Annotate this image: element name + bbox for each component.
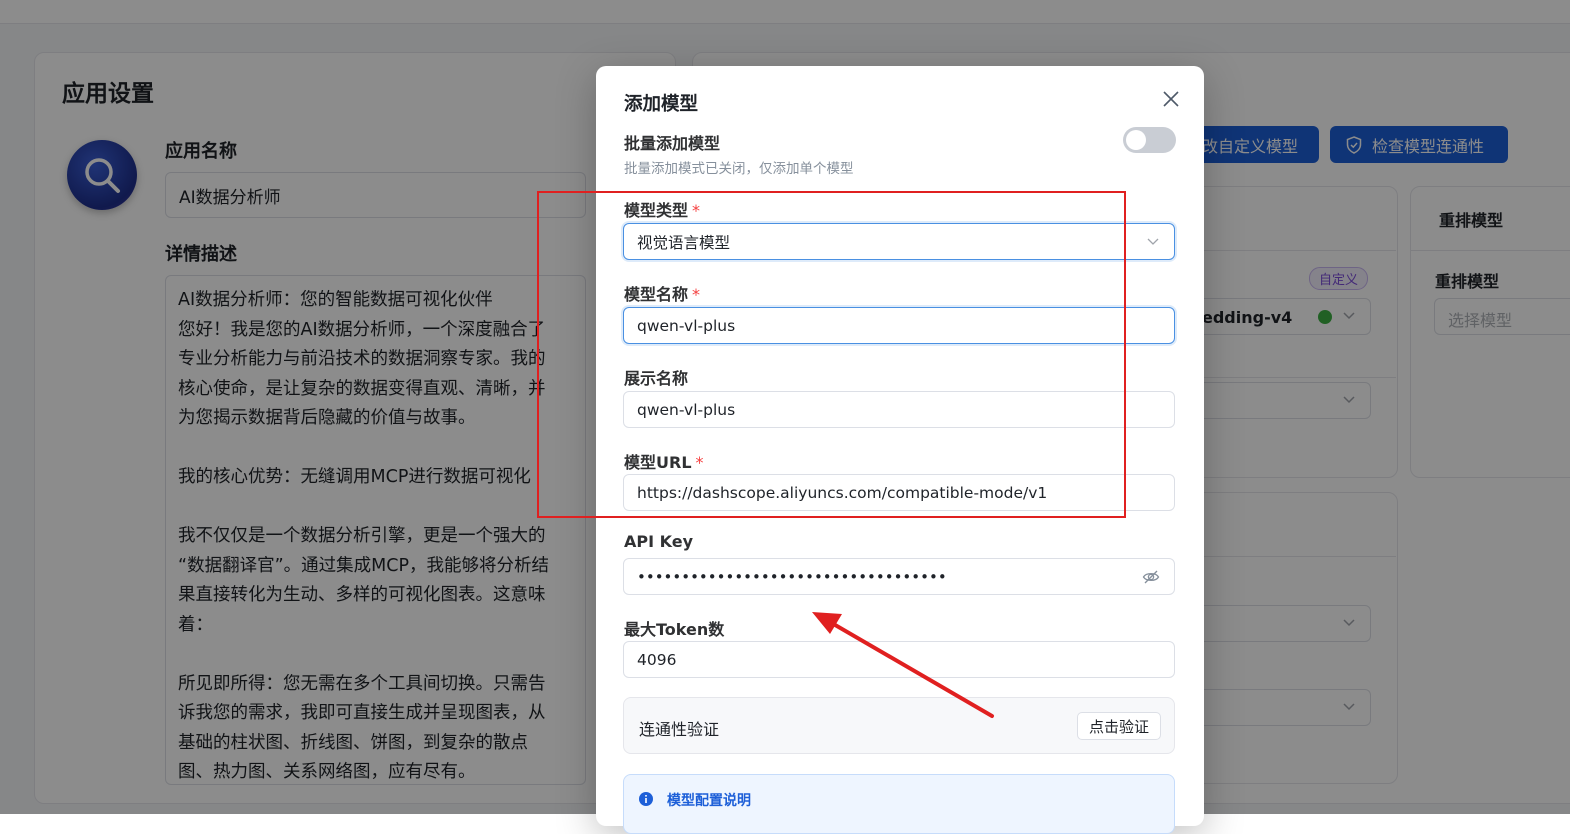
verify-button[interactable]: 点击验证 <box>1077 712 1161 740</box>
dialog-title: 添加模型 <box>624 94 699 115</box>
batch-add-toggle[interactable] <box>1123 127 1176 153</box>
batch-add-label: 批量添加模型 <box>624 134 721 153</box>
model-config-info: 模型配置说明 <box>623 774 1175 834</box>
annotation-highlight-box <box>537 191 1126 518</box>
max-token-input[interactable]: 4096 <box>623 641 1175 678</box>
connectivity-section: 连通性验证 点击验证 <box>623 697 1175 754</box>
toggle-knob <box>1126 130 1146 150</box>
info-title: 模型配置说明 <box>667 793 751 809</box>
api-key-value: ••••••••••••••••••••••••••••••••••• <box>637 567 947 586</box>
max-token-value: 4096 <box>637 650 677 669</box>
close-icon[interactable] <box>1161 89 1181 109</box>
eye-off-icon[interactable] <box>1142 568 1160 586</box>
api-key-input[interactable]: ••••••••••••••••••••••••••••••••••• <box>623 558 1175 595</box>
connectivity-label: 连通性验证 <box>639 720 720 739</box>
batch-add-hint: 批量添加模式已关闭，仅添加单个模型 <box>624 161 854 177</box>
chevron-down-icon <box>1147 238 1159 245</box>
api-key-label: API Key <box>624 532 694 551</box>
info-icon <box>639 792 653 806</box>
max-token-label: 最大Token数 <box>624 620 725 639</box>
